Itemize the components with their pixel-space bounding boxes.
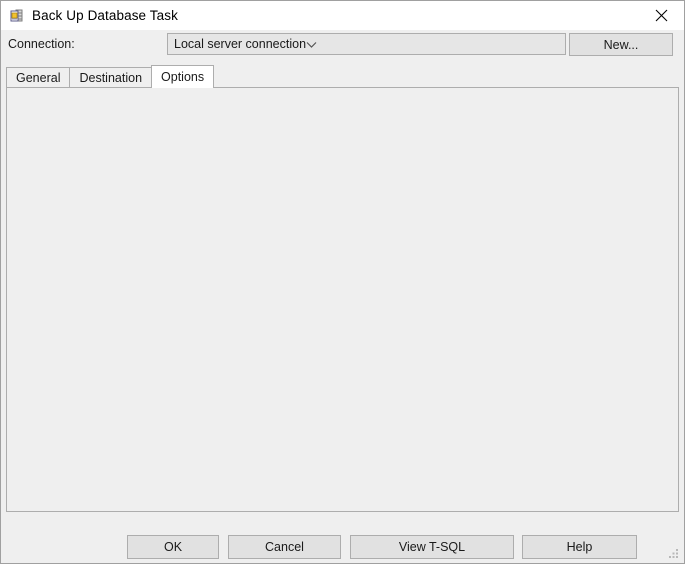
- connection-value: Local server connection: [174, 37, 307, 51]
- connection-label: Connection:: [8, 37, 75, 51]
- tab-options[interactable]: Options: [151, 65, 215, 88]
- help-button[interactable]: Help: [522, 535, 637, 559]
- cancel-button[interactable]: Cancel: [228, 535, 341, 559]
- new-connection-button[interactable]: New...: [569, 33, 673, 56]
- resize-grip[interactable]: [667, 546, 680, 559]
- ok-button[interactable]: OK: [127, 535, 219, 559]
- backup-database-icon: [9, 8, 25, 24]
- backup-database-task-dialog: Back Up Database Task Connection: Local …: [0, 0, 685, 564]
- options-tab-panel: [6, 87, 679, 512]
- title-bar: Back Up Database Task: [1, 1, 684, 30]
- tab-strip: General Destination Options: [6, 65, 215, 88]
- window-title: Back Up Database Task: [32, 8, 178, 23]
- close-icon[interactable]: [638, 1, 684, 30]
- connection-combo[interactable]: Local server connection: [167, 33, 566, 55]
- view-tsql-button[interactable]: View T-SQL: [350, 535, 514, 559]
- chevron-down-icon: [306, 37, 317, 51]
- tab-destination[interactable]: Destination: [69, 67, 153, 87]
- tab-general[interactable]: General: [6, 67, 71, 87]
